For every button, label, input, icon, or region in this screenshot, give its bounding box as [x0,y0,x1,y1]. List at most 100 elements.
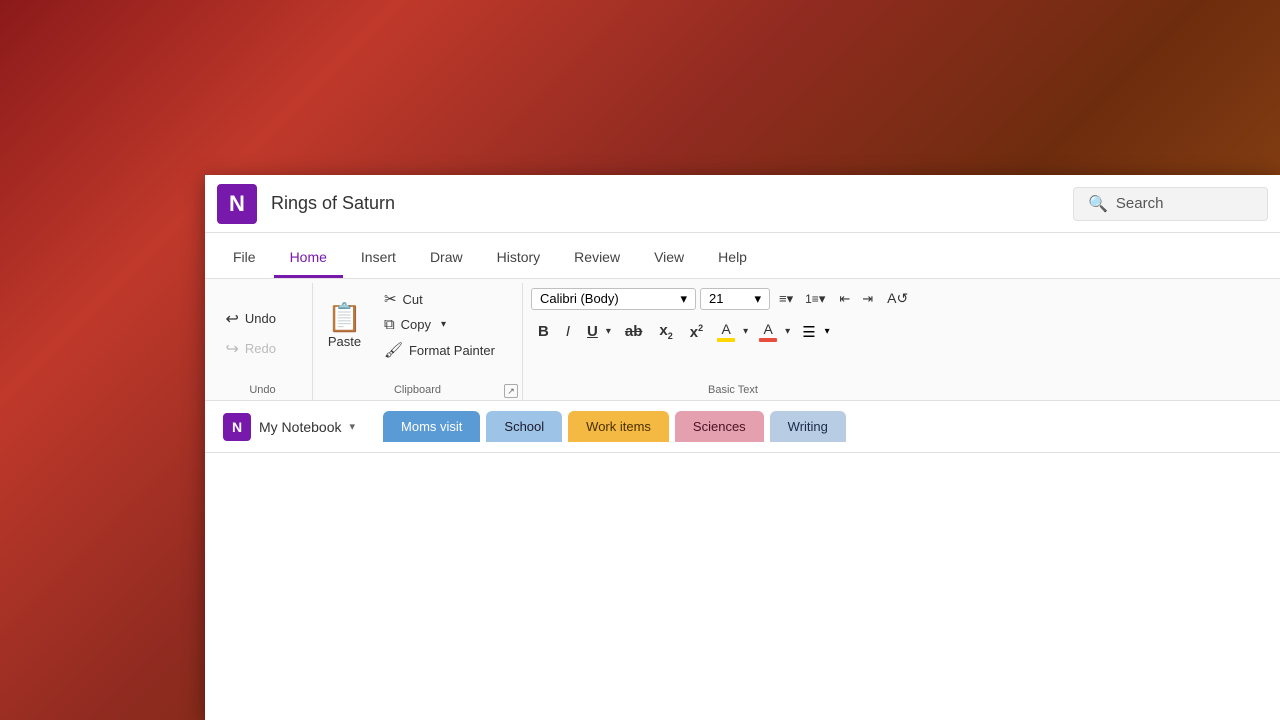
tab-history[interactable]: History [481,241,557,278]
increase-indent-icon: ⇥ [862,291,873,307]
superscript-icon: x2 [690,323,703,341]
ribbon-group-basic-text: Calibri (Body) ▾ 21 ▾ ≡▾ 1≡▾ [523,283,943,400]
decrease-indent-button[interactable]: ⇤ [834,288,855,310]
format-painter-icon: 🖌 [384,341,403,359]
italic-icon: I [566,323,570,340]
highlight-dropdown-button[interactable]: ▾ [739,323,752,340]
numbered-list-button[interactable]: 1≡▾ [800,288,830,310]
undo-col: ↩ Undo ↪ Redo [218,305,308,363]
decrease-indent-icon: ⇤ [839,291,850,307]
search-label: Search [1116,195,1164,212]
tab-home[interactable]: Home [274,241,343,278]
font-size-chevron-icon: ▾ [754,291,761,307]
cut-label: Cut [403,292,423,307]
bold-button[interactable]: B [531,320,556,343]
highlight-icon: A [721,321,730,337]
font-color-dropdown-button[interactable]: ▾ [781,323,794,340]
redo-icon: ↪ [226,339,239,359]
underline-main-button[interactable]: U [580,320,602,343]
window-title: Rings of Saturn [271,193,1073,214]
bullet-list-icon: ≡ [779,291,787,306]
title-bar: N Rings of Saturn 🔍 Search [205,175,1280,233]
font-row: Calibri (Body) ▾ 21 ▾ ≡▾ 1≡▾ [531,287,935,314]
redo-button[interactable]: ↪ Redo [218,335,308,363]
alignment-button: ☰ ▾ [797,320,833,344]
notebook-tabs-bar: N My Notebook ▾ Moms visit School Work i… [205,401,1280,453]
clipboard-group-label: Clipboard [394,384,441,396]
ribbon-content: ↩ Undo ↪ Redo Undo 📋 Paste [205,279,1280,401]
paste-label: Paste [328,334,361,349]
undo-button[interactable]: ↩ Undo [218,305,308,333]
numbered-list-icon: 1≡ [805,292,819,306]
superscript-button[interactable]: x2 [683,320,710,344]
section-tab-moms[interactable]: Moms visit [383,411,480,442]
copy-label: Copy [401,317,431,332]
notebook-chevron-icon: ▾ [349,420,355,433]
font-size-value: 21 [709,291,723,306]
font-selector[interactable]: Calibri (Body) ▾ [531,288,696,310]
redo-label: Redo [245,341,276,356]
section-tab-sciences[interactable]: Sciences [675,411,764,442]
notebook-selector[interactable]: N My Notebook ▾ [213,407,365,447]
tab-draw[interactable]: Draw [414,241,479,278]
undo-label: Undo [245,311,276,326]
font-name: Calibri (Body) [540,291,619,306]
highlight-color-bar [717,338,735,342]
strikethrough-icon: ab [625,323,643,340]
ribbon-tabs: File Home Insert Draw History Review Vie… [205,233,1280,279]
copy-row: ⧉ Copy ▾ [376,313,516,336]
copy-dropdown-button[interactable]: ▾ [435,316,452,333]
section-tab-school[interactable]: School [486,411,562,442]
alignment-dropdown-button[interactable]: ▾ [821,323,834,340]
section-tab-work[interactable]: Work items [568,411,669,442]
search-box[interactable]: 🔍 Search [1073,187,1268,221]
text-format-row: B I U ▾ ab x2 x2 [531,318,935,345]
format-painter-button[interactable]: 🖌 Format Painter [376,338,516,362]
bullet-list-button[interactable]: ≡▾ [774,288,798,310]
tab-file[interactable]: File [217,241,272,278]
clipboard-expand-button[interactable]: ↗ [504,384,518,398]
notebook-icon: N [223,413,251,441]
font-chevron-icon: ▾ [680,291,687,307]
underline-dropdown-button[interactable]: ▾ [602,323,615,340]
highlight-main-button[interactable]: A [713,318,739,345]
paste-icon: 📋 [327,304,362,332]
list-buttons: ≡▾ 1≡▾ [774,288,830,310]
search-icon: 🔍 [1088,194,1108,214]
font-color-icon: A [763,321,772,337]
clipboard-buttons: 📋 Paste ✂ Cut ⧉ Copy ▾ [319,287,516,398]
notebook-name: My Notebook [259,419,341,435]
font-color-main-button[interactable]: A [755,318,781,345]
format-painter-label: Format Painter [409,343,495,358]
alignment-main-button[interactable]: ☰ [797,320,820,344]
copy-button[interactable]: ⧉ Copy [376,313,435,336]
bold-icon: B [538,323,549,340]
ribbon-group-undo: ↩ Undo ↪ Redo Undo [213,283,313,400]
cut-button[interactable]: ✂ Cut [376,287,516,311]
italic-button[interactable]: I [559,320,577,343]
onenote-window: N Rings of Saturn 🔍 Search File Home Ins… [205,175,1280,720]
tab-insert[interactable]: Insert [345,241,412,278]
clipboard-right: ✂ Cut ⧉ Copy ▾ 🖌 Format Painter [376,287,516,380]
onenote-logo: N [217,184,257,224]
tab-review[interactable]: Review [558,241,636,278]
alignment-icon: ☰ [802,324,815,341]
undo-buttons: ↩ Undo ↪ Redo [218,287,308,398]
subscript-icon: x2 [659,322,672,341]
tab-view[interactable]: View [638,241,700,278]
tab-help[interactable]: Help [702,241,763,278]
cut-icon: ✂ [384,290,397,308]
section-tab-writing[interactable]: Writing [770,411,846,442]
strikethrough-button[interactable]: ab [618,320,650,343]
underline-button: U ▾ [580,320,615,343]
basic-text-group-label: Basic Text [708,384,758,396]
content-area [205,453,1280,720]
increase-indent-button[interactable]: ⇥ [857,288,878,310]
undo-icon: ↩ [226,309,239,329]
clear-formatting-button[interactable]: A↺ [882,287,913,310]
indent-buttons: ⇤ ⇥ [834,288,878,310]
subscript-button[interactable]: x2 [652,319,679,344]
paste-button[interactable]: 📋 Paste [319,300,370,367]
ribbon-group-clipboard: 📋 Paste ✂ Cut ⧉ Copy ▾ [313,283,523,400]
font-size-selector[interactable]: 21 ▾ [700,288,770,310]
